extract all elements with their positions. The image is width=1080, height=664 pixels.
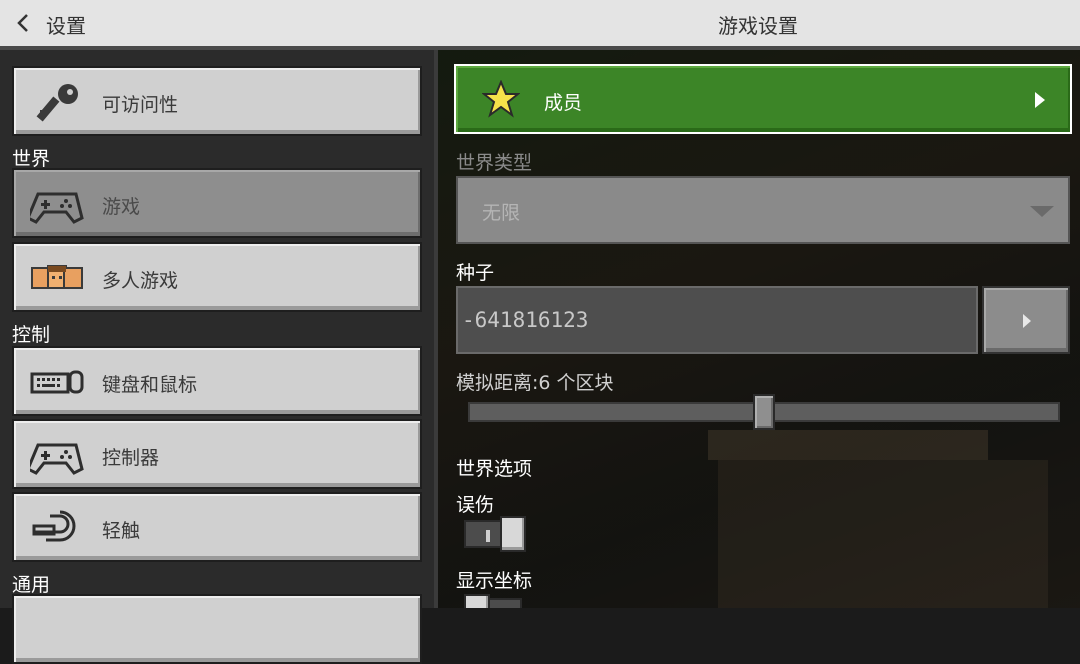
sidebar: 可访问性 世界 游戏 多人游戏 控制 键盘和鼠标 控制器 轻触 通用 [0,50,438,664]
chevron-down-icon [1030,206,1054,217]
section-label-controls: 控制 [12,324,51,346]
toggle-on-mark [486,530,490,542]
sidebar-item-general-first[interactable] [12,594,422,664]
sidebar-item-accessibility[interactable]: 可访问性 [12,66,422,136]
friendly-fire-label: 误伤 [456,494,495,516]
gamepad-icon [30,192,84,224]
world-type-value: 无限 [482,202,521,224]
world-options-heading: 世界选项 [456,458,533,480]
controller-icon [30,443,84,475]
sidebar-item-controller[interactable]: 控制器 [12,419,422,489]
background-scenery [708,430,988,460]
seed-picker-button[interactable] [982,286,1070,354]
seed-label: 种子 [456,262,495,284]
section-label-world: 世界 [12,148,51,170]
friendly-fire-toggle[interactable] [464,516,526,552]
section-label-general: 通用 [12,574,51,596]
world-type-dropdown[interactable]: 无限 [456,176,1070,244]
simulation-distance-label: 模拟距离:6 个区块 [456,372,614,394]
sidebar-item-label: 键盘和鼠标 [102,374,198,396]
world-type-label: 世界类型 [456,152,533,174]
seed-input[interactable] [456,286,978,354]
touch-icon [32,510,76,542]
back-button[interactable]: 设置 [0,0,120,46]
sidebar-item-label: 可访问性 [102,94,179,116]
chevron-left-icon [17,14,28,32]
top-bar: 设置 游戏设置 [0,0,1080,50]
chevron-right-icon [1023,314,1031,328]
slider-thumb[interactable] [753,394,775,430]
key-icon [36,84,78,122]
sidebar-item-touch[interactable]: 轻触 [12,492,422,562]
page-title: 游戏设置 [718,14,798,38]
background-scenery [718,460,1048,608]
toggle-knob [500,516,526,552]
permission-label: 成员 [544,92,583,114]
permission-button[interactable]: 成员 [454,64,1072,134]
sidebar-item-label: 轻触 [102,520,141,542]
players-icon [31,265,83,289]
keyboard-mouse-icon [30,370,84,394]
star-icon [482,80,520,118]
show-coordinates-toggle[interactable] [464,594,526,608]
chevron-right-icon [1035,92,1045,108]
show-coordinates-label: 显示坐标 [456,570,533,592]
sidebar-item-game[interactable]: 游戏 [12,168,422,238]
sidebar-item-keyboard-mouse[interactable]: 键盘和鼠标 [12,346,422,416]
back-label: 设置 [46,14,86,38]
sidebar-item-label: 控制器 [102,447,160,469]
sidebar-item-label: 多人游戏 [102,270,179,292]
sidebar-item-label: 游戏 [102,196,141,218]
toggle-knob [464,594,490,608]
settings-panel: 成员 世界类型 无限 种子 模拟距离:6 个区块 世界选项 误伤 显示坐标 [438,50,1080,608]
sidebar-item-multiplayer[interactable]: 多人游戏 [12,242,422,312]
